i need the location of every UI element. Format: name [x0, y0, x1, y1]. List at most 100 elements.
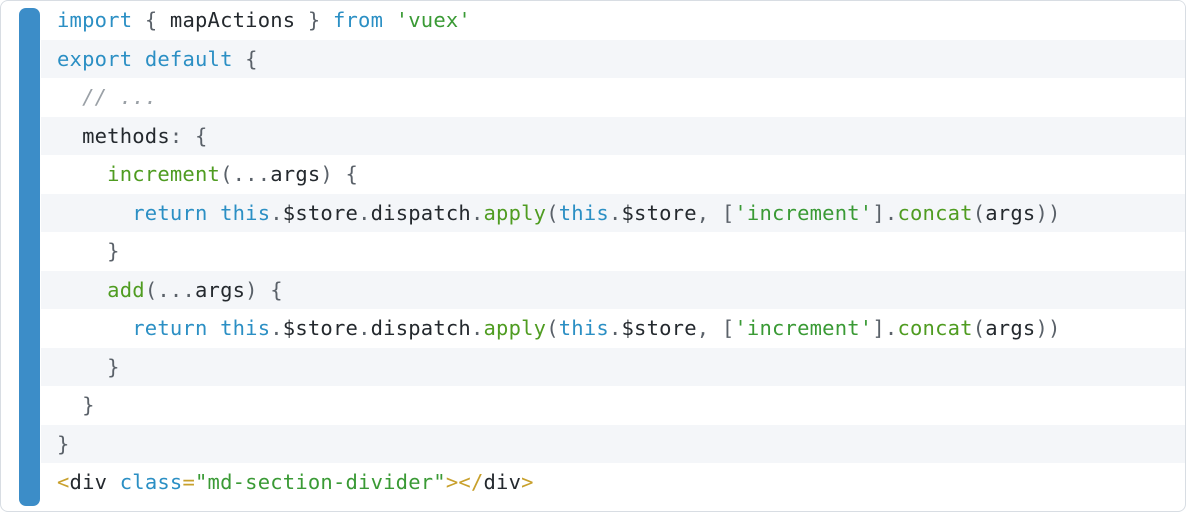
code-token-kw: this — [558, 200, 609, 225]
code-line: return this.$store.dispatch.apply(this.$… — [41, 309, 1185, 348]
code-token-punc: . — [358, 200, 371, 225]
code-token-plain: $store — [282, 200, 359, 225]
code-token-str: 'increment' — [734, 316, 873, 340]
code-token-punc: ) — [1047, 316, 1061, 340]
code-token-plain: methods — [82, 123, 170, 148]
code-token-punc: . — [358, 316, 371, 340]
code-token-fn: increment — [107, 162, 221, 186]
code-token-kw: return — [132, 200, 208, 225]
code-token-punc: , — [696, 316, 710, 340]
code-token-punc: } — [307, 8, 321, 32]
code-token-punc: . — [884, 316, 898, 340]
code-token-fn: concat — [897, 316, 973, 340]
code-token-punc: } — [57, 431, 70, 456]
code-token-str: "md-section-divider" — [195, 470, 446, 494]
code-line: import { mapActions } from 'vuex' — [41, 1, 1185, 40]
code-token-plain: mapActions — [169, 8, 296, 32]
code-token-punc: { — [345, 162, 359, 186]
code-token-plain: dispatch — [370, 316, 471, 340]
code-token-punc: } — [107, 354, 120, 379]
code-line: } — [41, 424, 1185, 463]
code-token-fn: concat — [897, 200, 973, 225]
code-token-tag: < — [458, 470, 471, 494]
code-token-punc: ... — [157, 277, 195, 302]
code-token-str: 'increment' — [734, 200, 873, 225]
code-token-fn: add — [107, 277, 145, 302]
code-token-kw: import — [57, 8, 133, 32]
code-token-attr: class — [119, 470, 183, 494]
code-token-punc: ( — [220, 162, 233, 186]
code-block-viewport[interactable]: import { mapActions } from 'vuex' export … — [41, 1, 1185, 511]
code-token-punc: ( — [144, 277, 158, 302]
code-token-punc: [ — [721, 200, 735, 225]
code-token-punc: . — [608, 200, 622, 225]
code-token-plain: dispatch — [370, 200, 471, 225]
code-token-punc: } — [107, 239, 120, 263]
code-token-kw: default — [144, 46, 233, 71]
code-token-tag: > — [445, 470, 459, 494]
code-token-punc: { — [245, 46, 258, 71]
code-token-punc: . — [270, 316, 283, 340]
code-token-kw: this — [558, 316, 609, 340]
code-token-plain: args — [270, 162, 321, 186]
code-line: return this.$store.dispatch.apply(this.$… — [41, 193, 1185, 232]
code-token-plain: $store — [282, 316, 359, 340]
code-token-fn: apply — [483, 200, 547, 225]
code-token-punc: { — [270, 277, 283, 302]
code-token-punc: . — [270, 200, 283, 225]
code-token-fn: apply — [483, 316, 547, 340]
code-line: } — [41, 347, 1185, 386]
code-token-plain: $store — [621, 316, 697, 340]
code-line: increment(...args) { — [41, 155, 1185, 194]
code-token-punc: . — [470, 200, 484, 225]
code-token-kw: this — [220, 200, 271, 225]
code-token-punc: ... — [232, 162, 271, 186]
code-token-tag: > — [521, 470, 534, 494]
code-token-punc: . — [470, 316, 484, 340]
code-line: methods: { — [41, 116, 1185, 155]
code-line: <div class="md-section-divider"></div> — [41, 463, 1185, 502]
code-block-accent-bar — [19, 8, 40, 506]
code-token-str: 'vuex' — [395, 8, 471, 32]
code-line: // ... — [41, 78, 1185, 117]
code-token-kw: export — [57, 46, 133, 71]
code-line: add(...args) { — [41, 270, 1185, 309]
code-token-punc: ] — [872, 316, 885, 340]
code-token-plain: args — [195, 277, 246, 302]
code-token-punc: , — [696, 200, 710, 225]
code-token-punc: ) — [1035, 200, 1048, 225]
code-block-card: import { mapActions } from 'vuex' export … — [0, 0, 1186, 512]
code-token-punc: { — [144, 8, 158, 32]
code-token-punc: ) — [1047, 200, 1061, 225]
code-token-punc: ) — [320, 162, 333, 186]
code-token-punc: ( — [546, 316, 559, 340]
code-token-tag: / — [470, 470, 484, 494]
code-line: export default { — [41, 39, 1185, 78]
code-token-com: // ... — [82, 85, 158, 109]
code-token-punc: ) — [1035, 316, 1048, 340]
code-token-punc: : — [169, 123, 183, 148]
code-token-punc: ( — [972, 200, 986, 225]
code-token-punc: . — [884, 200, 898, 225]
code-token-punc: ( — [972, 316, 986, 340]
code-line: } — [41, 232, 1185, 271]
